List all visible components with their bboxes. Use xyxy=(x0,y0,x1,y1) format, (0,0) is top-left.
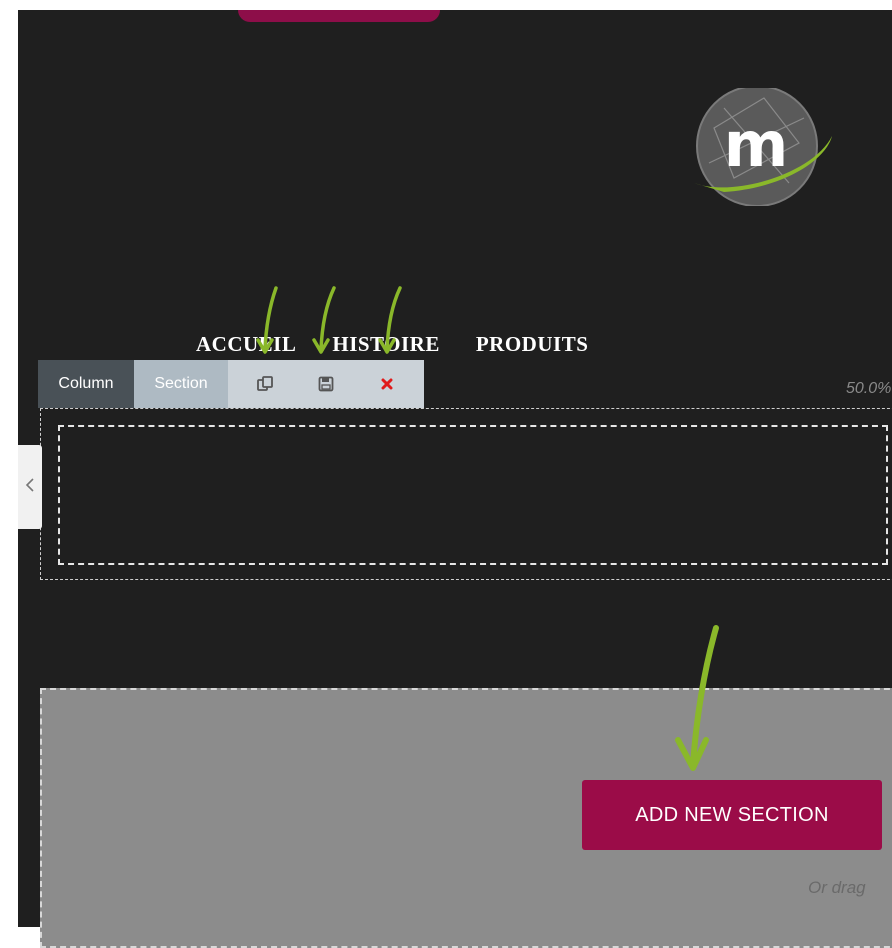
nav-item-accueil[interactable]: ACCUEIL xyxy=(196,332,296,357)
column-width-indicator: 50.0% xyxy=(846,380,892,397)
drag-hint-text: Or drag xyxy=(808,878,866,897)
nav-item-produits[interactable]: PRODUITS xyxy=(476,332,589,357)
element-toolbar: Column Section xyxy=(38,360,424,408)
nav-item-histoire[interactable]: HISTOIRE xyxy=(332,332,440,357)
section-tab[interactable]: Section xyxy=(134,360,228,408)
add-new-section-button[interactable]: ADD NEW SECTION xyxy=(582,780,882,850)
chevron-left-icon xyxy=(25,477,35,498)
save-icon[interactable] xyxy=(316,374,336,394)
column-outline[interactable] xyxy=(58,425,888,565)
brand-logo: m xyxy=(694,85,836,207)
column-tab[interactable]: Column xyxy=(38,360,134,408)
toolbar-actions xyxy=(228,360,424,408)
top-button[interactable] xyxy=(238,10,440,22)
svg-text:m: m xyxy=(724,108,789,181)
panel-toggle-handle[interactable] xyxy=(18,445,42,529)
main-nav: ACCUEIL HISTOIRE PRODUITS xyxy=(196,332,588,357)
delete-icon[interactable] xyxy=(377,374,397,394)
duplicate-icon[interactable] xyxy=(255,374,275,394)
